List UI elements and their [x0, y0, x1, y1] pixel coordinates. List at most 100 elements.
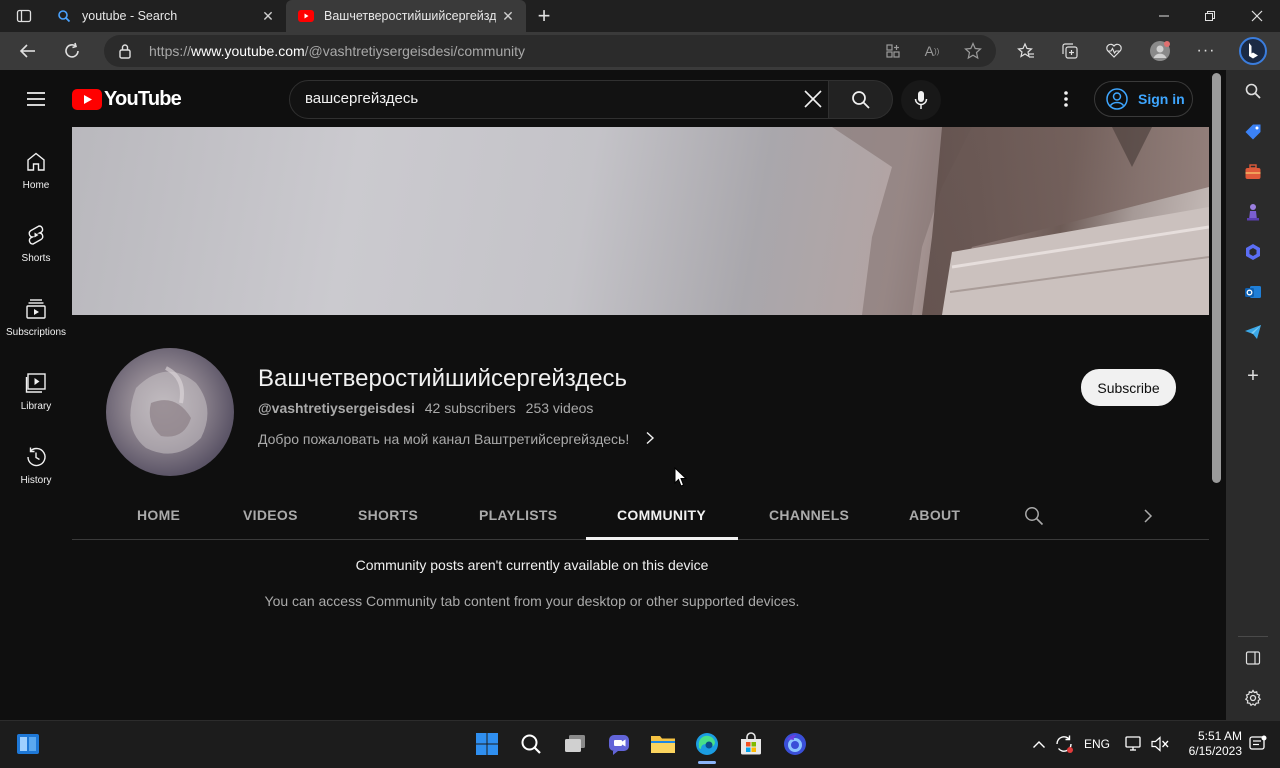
lock-icon[interactable]	[111, 37, 139, 65]
tab-youtube[interactable]: Вашчетверостийшийсергейздесь ✕	[286, 0, 526, 32]
channel-search-icon[interactable]	[1020, 502, 1048, 530]
guide-item-subscriptions[interactable]: Subscriptions	[0, 297, 72, 338]
url-text[interactable]: https://www.youtube.com/@vashtretiyserge…	[149, 43, 525, 59]
network-display-icon[interactable]	[1120, 730, 1148, 758]
firefox-icon[interactable]	[781, 730, 809, 758]
channel-meta: @vashtretiysergeisdesi 42 subscribers 25…	[258, 400, 593, 416]
tab-actions-icon[interactable]	[10, 2, 38, 30]
tab-home[interactable]: HOME	[137, 507, 180, 523]
close-window-icon[interactable]	[1243, 2, 1271, 30]
tab-search[interactable]: youtube - Search ✕	[44, 0, 286, 32]
channel-handle: @vashtretiysergeisdesi	[258, 400, 415, 416]
channel-description[interactable]: Добро пожаловать на мой канал Ваштретийс…	[258, 431, 655, 447]
shopping-tag-icon[interactable]	[1242, 121, 1264, 143]
close-tab-icon[interactable]: ✕	[500, 8, 516, 24]
bing-chat-icon[interactable]	[1238, 36, 1268, 66]
task-view-icon[interactable]	[561, 730, 589, 758]
sync-update-icon[interactable]	[1050, 730, 1078, 758]
microphone-icon	[914, 91, 928, 109]
search-icon	[851, 90, 870, 109]
guide-menu-icon[interactable]	[22, 85, 50, 113]
favorites-icon[interactable]	[1012, 37, 1040, 65]
minimize-icon[interactable]	[1150, 2, 1178, 30]
collections-icon[interactable]	[1056, 37, 1084, 65]
taskbar-search-icon[interactable]	[517, 730, 545, 758]
guide-item-home[interactable]: Home	[0, 150, 72, 191]
send-telegram-icon[interactable]	[1242, 321, 1264, 343]
channel-avatar[interactable]	[106, 348, 234, 476]
add-sidebar-app-icon[interactable]: +	[1242, 365, 1264, 387]
search-button[interactable]	[829, 80, 893, 119]
edge-browser-icon[interactable]	[693, 730, 721, 758]
channel-banner	[72, 127, 1209, 315]
tab-playlists[interactable]: PLAYLISTS	[479, 507, 557, 523]
sidebar-search-icon[interactable]	[1242, 80, 1264, 102]
active-tab-indicator	[586, 537, 738, 540]
hide-sidebar-icon[interactable]	[1242, 647, 1264, 669]
tabs-scroll-right-icon[interactable]	[1134, 502, 1162, 530]
start-windows-icon[interactable]	[473, 730, 501, 758]
guide-label: Subscriptions	[5, 327, 67, 338]
profile-avatar-icon[interactable]	[1146, 37, 1174, 65]
performance-heart-icon[interactable]	[1100, 37, 1128, 65]
subscribe-button[interactable]: Subscribe	[1081, 369, 1176, 406]
more-options-icon[interactable]	[1052, 85, 1080, 113]
tab-community[interactable]: COMMUNITY	[617, 507, 706, 523]
read-aloud-icon[interactable]: A))	[918, 37, 946, 65]
youtube-logo[interactable]: YouTube	[72, 87, 182, 110]
youtube-logo-icon	[72, 88, 102, 110]
microsoft-store-icon[interactable]	[737, 730, 765, 758]
system-clock[interactable]: 5:51 AM 6/15/2023	[1180, 729, 1242, 759]
page-scrollbar[interactable]	[1212, 73, 1221, 483]
guide-item-shorts[interactable]: Shorts	[0, 223, 72, 264]
tools-briefcase-icon[interactable]	[1242, 161, 1264, 183]
clear-search-icon[interactable]	[799, 85, 827, 113]
favorite-star-icon[interactable]	[959, 37, 987, 65]
show-hidden-icons-chevron-icon[interactable]	[1025, 730, 1053, 758]
url-prefix: https://	[149, 43, 192, 59]
settings-more-icon[interactable]: ···	[1192, 37, 1220, 65]
community-unavailable-body: You can access Community tab content fro…	[264, 593, 800, 609]
language-indicator[interactable]: ENG	[1084, 737, 1110, 751]
search-input[interactable]: вашсергейздесь	[305, 90, 418, 107]
tab-shorts[interactable]: SHORTS	[358, 507, 418, 523]
guide-label: History	[20, 475, 52, 486]
subscriptions-icon	[26, 299, 46, 319]
logo-text: YouTube	[104, 87, 182, 110]
new-tab-icon[interactable]: +	[530, 2, 558, 30]
games-chess-icon[interactable]	[1242, 201, 1264, 223]
chevron-right-icon	[646, 431, 655, 445]
url-path: /@vashtretiysergeisdesi/community	[304, 43, 526, 59]
notification-center-icon[interactable]	[1244, 730, 1272, 758]
tab-title: youtube - Search	[82, 9, 178, 23]
sidebar-settings-gear-icon[interactable]	[1242, 687, 1264, 709]
sidebar-divider	[1238, 636, 1268, 637]
guide-item-library[interactable]: Library	[0, 371, 72, 412]
mouse-cursor-icon	[674, 467, 688, 487]
youtube-favicon-icon	[298, 8, 314, 24]
restore-icon[interactable]	[1196, 2, 1224, 30]
home-icon	[27, 152, 45, 171]
app-available-icon[interactable]	[879, 37, 907, 65]
bing-search-icon	[56, 8, 72, 24]
sign-in-button[interactable]: Sign in	[1094, 81, 1193, 117]
channel-name: Вашчетверостийшийсергейздесь	[258, 365, 628, 392]
teams-chat-icon[interactable]	[605, 730, 633, 758]
guide-item-history[interactable]: History	[0, 445, 72, 486]
back-icon[interactable]	[14, 37, 42, 65]
guide-label: Shorts	[21, 253, 51, 264]
tab-videos[interactable]: VIDEOS	[243, 507, 298, 523]
tab-title: Вашчетверостийшийсергейздесь	[324, 9, 496, 23]
refresh-icon[interactable]	[58, 37, 86, 65]
outlook-icon[interactable]	[1242, 281, 1264, 303]
close-tab-icon[interactable]: ✕	[260, 8, 276, 24]
tab-about[interactable]: ABOUT	[909, 507, 960, 523]
file-explorer-icon[interactable]	[649, 730, 677, 758]
tab-channels[interactable]: CHANNELS	[769, 507, 849, 523]
account-icon	[1106, 88, 1128, 110]
microsoft-365-icon[interactable]	[1242, 241, 1264, 263]
voice-search-button[interactable]	[901, 80, 941, 120]
task-view-widget-icon[interactable]	[14, 730, 42, 758]
volume-muted-icon[interactable]	[1146, 730, 1174, 758]
subscriber-count: 42 subscribers	[424, 400, 516, 416]
